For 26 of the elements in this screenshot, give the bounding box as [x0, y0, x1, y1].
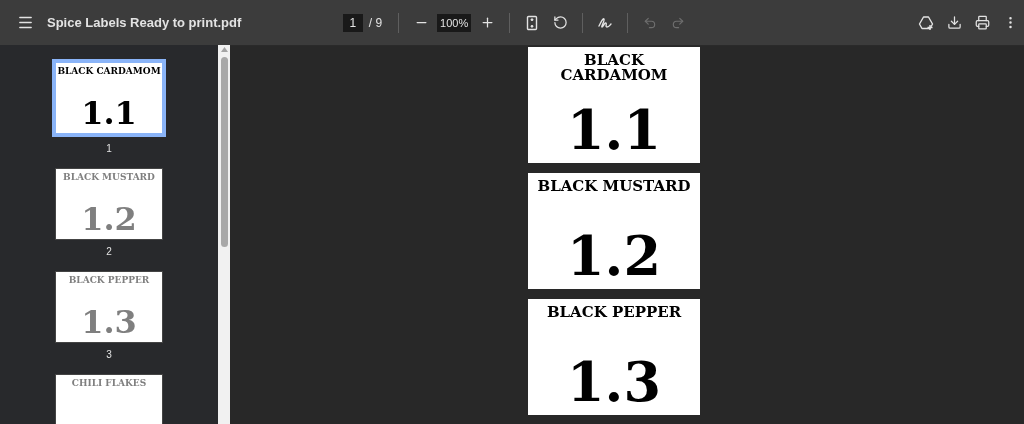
label-number: 1.3	[567, 355, 661, 409]
thumbnail-title: BLACK CARDAMOM	[57, 67, 161, 76]
scrollbar[interactable]	[218, 45, 230, 424]
page-label: 1	[106, 142, 112, 156]
page-total: / 9	[368, 14, 383, 32]
label-title: BLACK PEPPER	[545, 305, 683, 320]
page-number-field[interactable]: 1	[342, 13, 363, 32]
thumbnail-number: 1.2	[81, 203, 137, 235]
thumbnail-title: CHILI FLAKES	[70, 379, 148, 388]
page-thumbnail[interactable]: BLACK CARDAMOM 1.1	[52, 59, 166, 137]
thumbnail-number: 1.1	[81, 97, 137, 129]
page-thumbnail[interactable]: BLACK PEPPER 1.3	[55, 271, 163, 343]
label-number: 1.1	[567, 103, 661, 157]
page-thumbnail[interactable]: BLACK MUSTARD 1.2	[55, 168, 163, 240]
label-number: 1.2	[567, 229, 661, 283]
thumbnail-title: BLACK MUSTARD	[62, 173, 156, 182]
label-title: BLACK CARDAMOM	[559, 53, 669, 83]
page-thumbnail[interactable]: CHILI FLAKES	[55, 374, 163, 424]
document-title: Spice Labels Ready to print.pdf	[47, 13, 242, 32]
page-label: 3	[106, 348, 112, 362]
zoom-field[interactable]: 100%	[437, 13, 472, 32]
label-title: BLACK MUSTARD	[536, 179, 692, 194]
thumbnail-title: BLACK PEPPER	[67, 276, 151, 285]
scrollbar-thumb[interactable]	[220, 57, 228, 247]
thumbnail-number: 1.3	[81, 306, 137, 338]
page-label: 2	[106, 245, 112, 259]
